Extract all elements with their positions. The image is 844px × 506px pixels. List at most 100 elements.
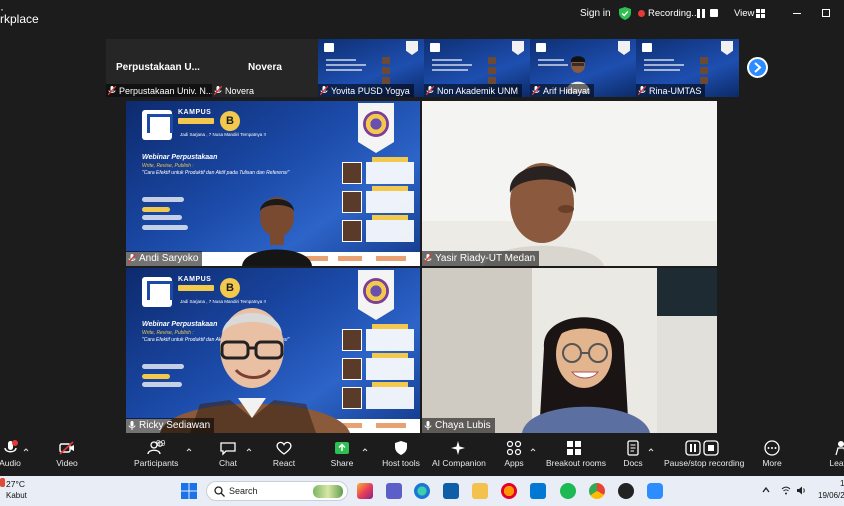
participants-button[interactable]: 99 Participants: [134, 438, 178, 468]
mic-muted-icon: [532, 86, 540, 95]
seal-logo: [358, 270, 394, 320]
participant-nameplate: Yovita PUSD Yogya: [318, 84, 414, 97]
participant-display-name: Perpustakaan U...: [116, 62, 200, 73]
volume-icon[interactable]: [796, 486, 806, 495]
video-tile[interactable]: Chaya Lubis: [422, 268, 717, 433]
video-button[interactable]: Video: [52, 440, 82, 468]
chat-button[interactable]: Chat: [214, 440, 242, 468]
participant-name: Andi Saryoko: [139, 253, 199, 264]
participant-nameplate: Andi Saryoko: [126, 251, 203, 266]
sparkle-icon: [451, 441, 465, 455]
pause-stop-recording-icon: [685, 440, 719, 456]
filmstrip-tile[interactable]: Non Akademik UNM: [424, 39, 530, 97]
shield-check-icon[interactable]: [619, 7, 631, 20]
weather-icon: [0, 478, 5, 487]
breakout-rooms-button[interactable]: Breakout rooms: [546, 440, 606, 468]
pause-stop-recording-label: Pause/stop recording: [664, 458, 745, 468]
apps-button[interactable]: Apps: [504, 440, 524, 468]
participant-name: Arif Hidayat: [543, 85, 590, 96]
more-button[interactable]: More: [760, 440, 784, 468]
participant-nameplate: Non Akademik UNM: [424, 84, 523, 97]
chrome-icon[interactable]: [589, 483, 605, 499]
slide-badge-letter: B: [220, 278, 240, 298]
mic-muted-icon: [320, 86, 328, 95]
participant-nameplate: Perpustakaan Univ. N...: [106, 84, 212, 97]
chevron-up-icon[interactable]: [23, 447, 29, 453]
participant-video: [522, 317, 650, 433]
outlook-icon[interactable]: [530, 483, 546, 499]
apps-label: Apps: [504, 458, 524, 468]
file-explorer-icon[interactable]: [472, 483, 488, 499]
document-icon: [627, 440, 639, 456]
audio-button[interactable]: Audio: [0, 440, 24, 468]
windows-start-icon[interactable]: [181, 483, 197, 499]
maximize-button[interactable]: [822, 9, 830, 17]
wifi-icon[interactable]: [781, 486, 791, 495]
windows-taskbar: 27°C Kabut Search 1 19/06/2: [0, 476, 844, 506]
sign-in-button[interactable]: Sign in: [580, 8, 611, 19]
zoom-meeting-window: · rkplace Sign in Recording... View Perp…: [0, 0, 844, 506]
stop-recording-icon[interactable]: [710, 9, 718, 17]
participant-video: [484, 163, 604, 266]
weather-temperature[interactable]: 27°C: [6, 479, 25, 489]
filmstrip-tile[interactable]: Arif Hidayat: [530, 39, 636, 97]
apps-icon: [506, 440, 522, 456]
share-button[interactable]: Share: [328, 440, 356, 468]
slide-tagline: Jadi Sarjana , 7 Nusa Mandiri Tempatnya …: [180, 132, 266, 137]
next-page-button[interactable]: [747, 57, 768, 78]
pause-recording-icon[interactable]: [697, 9, 705, 18]
taskbar-search-input[interactable]: Search: [206, 481, 348, 501]
store-icon[interactable]: [443, 483, 459, 499]
video-tile[interactable]: Yasir Riady-UT Medan: [422, 101, 717, 266]
filmstrip-tile[interactable]: Rina-UMTAS: [636, 39, 739, 97]
mic-muted-icon: [426, 86, 434, 95]
minimize-button[interactable]: [793, 13, 801, 14]
filmstrip-tile[interactable]: Yovita PUSD Yogya: [318, 39, 424, 97]
view-button[interactable]: View: [734, 8, 754, 19]
video-camera-off-icon: [59, 441, 74, 455]
breakout-rooms-label: Breakout rooms: [546, 458, 606, 468]
clock-date[interactable]: 19/06/2: [818, 491, 844, 500]
firefox-icon[interactable]: [501, 483, 517, 499]
filmstrip-tile[interactable]: Novera Novera: [212, 39, 318, 97]
host-tools-label: Host tools: [382, 458, 420, 468]
chevron-up-icon[interactable]: [762, 487, 770, 493]
recording-dot-icon: [638, 10, 645, 17]
mic-muted-icon: [108, 86, 116, 95]
edge-icon[interactable]: [414, 483, 430, 499]
app-title: · rkplace: [0, 3, 39, 26]
host-tools-button[interactable]: Host tools: [382, 440, 420, 468]
participant-name: Yasir Riady-UT Medan: [435, 253, 536, 264]
video-tile-active-speaker[interactable]: KAMPUS B Jadi Sarjana , 7 Nusa Mandiri T…: [126, 268, 420, 433]
filmstrip-tile[interactable]: Perpustakaan U... Perpustakaan Univ. N..…: [106, 39, 212, 97]
leave-button[interactable]: Leave: [828, 440, 844, 468]
media-player-icon[interactable]: [618, 483, 634, 499]
chevron-up-icon[interactable]: [186, 447, 192, 453]
app-title-line2: rkplace: [0, 12, 39, 26]
participant-nameplate: Rina-UMTAS: [636, 84, 706, 97]
weather-condition[interactable]: Kabut: [6, 491, 27, 500]
chevron-up-icon[interactable]: [648, 447, 654, 453]
video-tile[interactable]: KAMPUS B Jadi Sarjana , 7 Nusa Mandiri T…: [126, 101, 420, 266]
search-icon: [214, 486, 225, 497]
teams-icon[interactable]: [386, 483, 402, 499]
pause-stop-recording-button[interactable]: Pause/stop recording: [664, 440, 744, 468]
react-button[interactable]: React: [270, 440, 298, 468]
clock-time[interactable]: 1: [840, 479, 844, 488]
spotify-icon[interactable]: [560, 483, 576, 499]
mic-muted-icon: [638, 86, 646, 95]
copilot-icon[interactable]: [357, 483, 373, 499]
docs-label: Docs: [623, 458, 643, 468]
chevron-up-icon[interactable]: [246, 447, 252, 453]
zoom-icon[interactable]: [647, 483, 663, 499]
ai-companion-button[interactable]: AI Companion: [432, 440, 486, 468]
react-label: React: [272, 458, 296, 468]
chevron-up-icon[interactable]: [362, 447, 368, 453]
chevron-up-icon[interactable]: [530, 447, 536, 453]
docs-button[interactable]: Docs: [622, 440, 644, 468]
participant-name: Rina-UMTAS: [649, 85, 702, 96]
participant-name: Chaya Lubis: [435, 420, 491, 431]
shield-icon: [395, 441, 407, 455]
participant-nameplate: Chaya Lubis: [422, 418, 495, 433]
grid-view-icon[interactable]: [756, 9, 765, 18]
